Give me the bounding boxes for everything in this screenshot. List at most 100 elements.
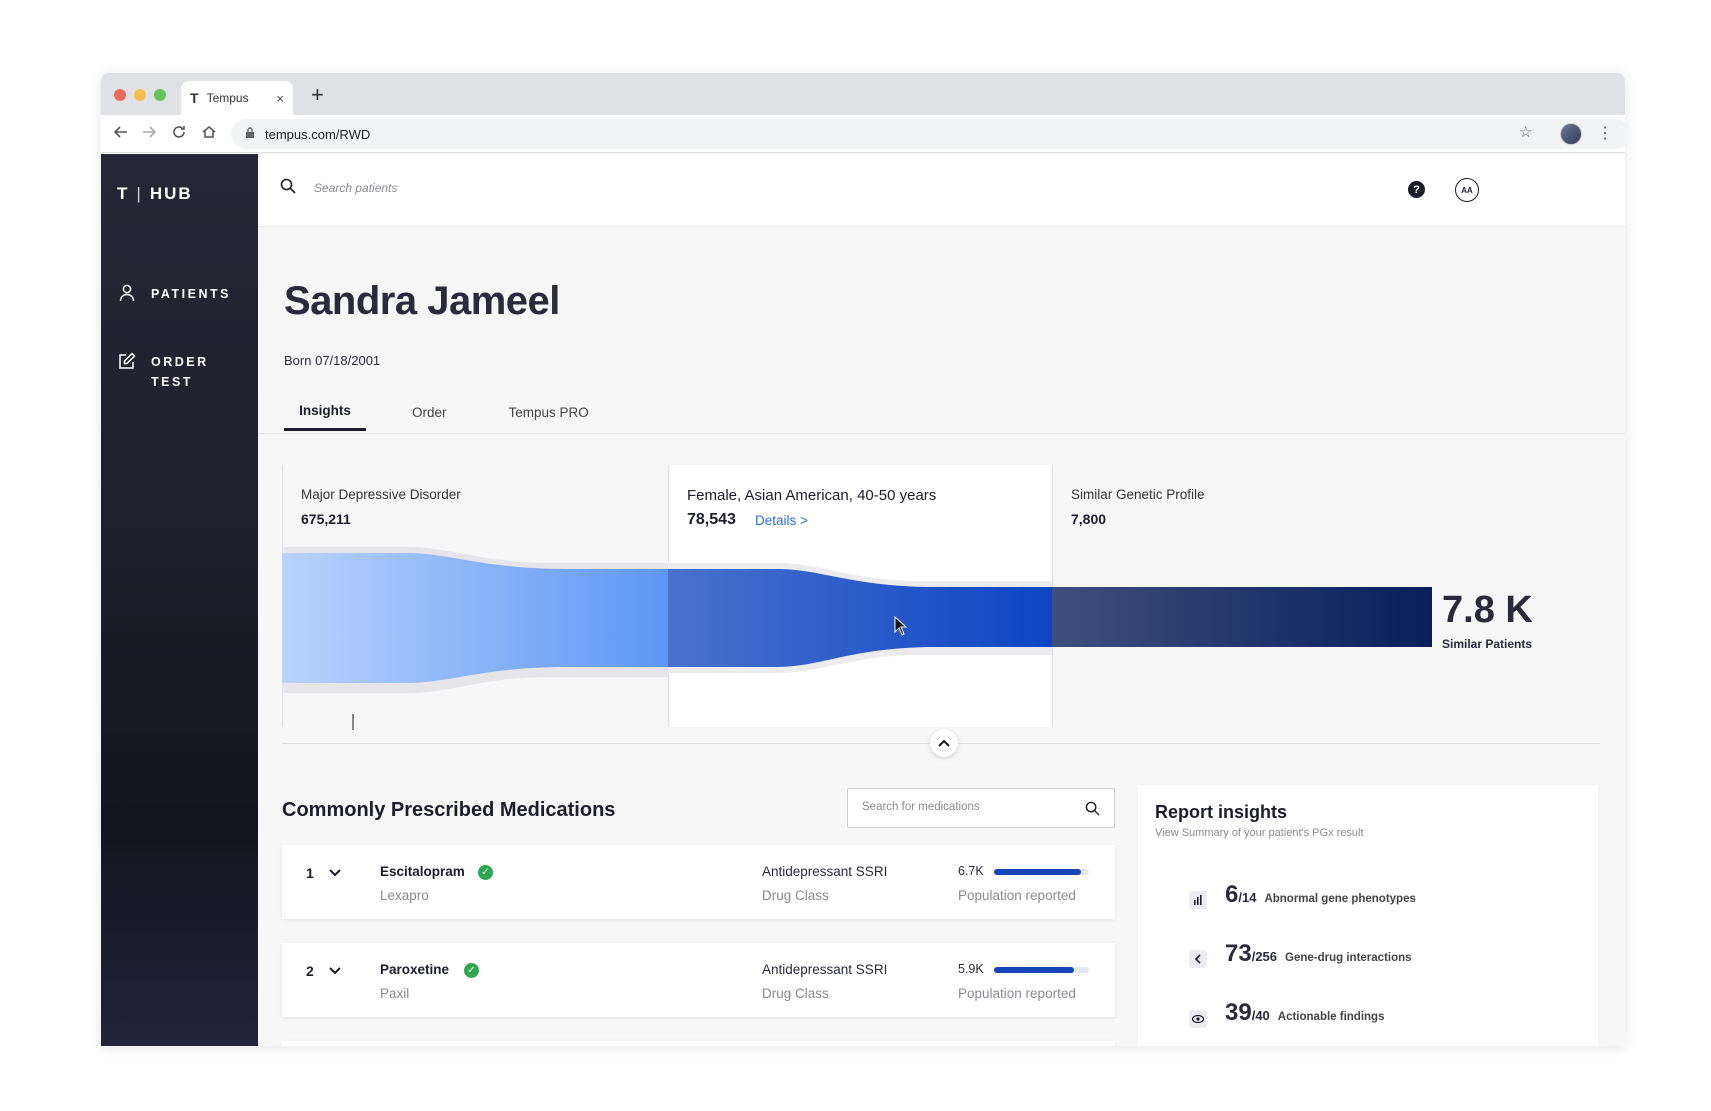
browser-profile-avatar[interactable] xyxy=(1560,123,1582,145)
chevron-down-icon[interactable] xyxy=(328,865,342,879)
logo-mark: T xyxy=(117,184,130,203)
insight-total: /40 xyxy=(1251,1008,1270,1023)
home-icon[interactable] xyxy=(201,124,217,144)
medication-row-partial[interactable] xyxy=(282,1041,1115,1046)
medications-title: Commonly Prescribed Medications xyxy=(282,799,616,821)
sidebar-item-label: TEST xyxy=(151,375,193,389)
insight-label: Gene-drug interactions xyxy=(1285,952,1412,964)
population-label: Population reported xyxy=(958,986,1076,1001)
address-bar: tempus.com/RWD ☆ ⋮ xyxy=(101,115,1625,153)
reload-icon[interactable] xyxy=(171,124,187,144)
drug-class-label: Drug Class xyxy=(762,888,829,903)
drug-class-label: Drug Class xyxy=(762,986,829,1001)
medication-rank: 1 xyxy=(306,865,314,881)
medication-row[interactable]: 2 Paroxetine ✓ Paxil Antidepressant SSRI… xyxy=(282,943,1115,1017)
help-icon[interactable]: ? xyxy=(1408,181,1425,198)
maximize-window-button[interactable] xyxy=(154,89,166,101)
medication-name: Escitalopram xyxy=(380,864,465,879)
population-value: 5.9K xyxy=(958,962,984,976)
funnel-band-stage-1 xyxy=(282,553,668,683)
insight-total: /256 xyxy=(1251,949,1278,964)
tab-tempus-pro[interactable]: Tempus PRO xyxy=(509,393,589,431)
population-bar-fill xyxy=(994,869,1082,875)
logo-separator: | xyxy=(136,184,143,203)
insight-row[interactable]: 6 /14 Abnormal gene phenotypes xyxy=(1189,881,1416,909)
tabs-divider xyxy=(258,433,1625,434)
search-patients-input[interactable]: Search patients xyxy=(314,181,397,195)
browser-menu-icon[interactable]: ⋮ xyxy=(1597,123,1613,143)
insight-count: 73 xyxy=(1225,940,1252,967)
patient-birthdate: Born 07/18/2001 xyxy=(284,353,380,368)
back-arrow-icon[interactable] xyxy=(113,124,129,144)
edit-icon xyxy=(117,352,137,376)
chevron-up-icon xyxy=(938,739,950,747)
minimize-window-button[interactable] xyxy=(134,89,146,101)
insight-total: /14 xyxy=(1238,890,1257,905)
app-topbar: Search patients ? AA xyxy=(258,154,1625,227)
verified-check-icon: ✓ xyxy=(478,865,493,880)
bookmark-star-icon[interactable]: ☆ xyxy=(1519,123,1532,141)
insight-label: Actionable findings xyxy=(1277,1011,1385,1023)
new-tab-button[interactable]: + xyxy=(311,82,324,108)
medication-search-placeholder: Search for medications xyxy=(862,801,980,813)
born-date: 07/18/2001 xyxy=(315,353,381,368)
tempus-hub-logo[interactable]: T | HUB xyxy=(117,184,193,204)
verified-check-icon: ✓ xyxy=(464,963,479,978)
browser-window: T Tempus × + tempus.com/RWD ☆ ⋮ T | HUB … xyxy=(101,73,1625,1046)
browser-tab-title: Tempus xyxy=(206,91,249,105)
interaction-icon xyxy=(1189,950,1207,968)
medication-class: Antidepressant SSRI xyxy=(762,962,888,977)
population-bar-fill xyxy=(994,967,1074,973)
medication-name: Paroxetine xyxy=(380,962,450,977)
close-window-button[interactable] xyxy=(114,89,126,101)
collapse-funnel-button[interactable] xyxy=(930,729,958,757)
similar-patients-count: 7.8 K xyxy=(1442,589,1533,631)
insight-label: Abnormal gene phenotypes xyxy=(1264,893,1416,905)
eye-icon xyxy=(1189,1010,1207,1028)
chevron-down-icon[interactable] xyxy=(328,963,342,977)
medication-brand: Paxil xyxy=(380,986,410,1001)
main-content: Sandra Jameel Born 07/18/2001 Insights O… xyxy=(258,227,1625,1046)
population-bar xyxy=(994,967,1089,973)
insight-row[interactable]: 39 /40 Actionable findings xyxy=(1189,999,1385,1028)
insight-count: 39 xyxy=(1225,999,1252,1026)
user-avatar[interactable]: AA xyxy=(1455,178,1479,202)
medication-search-input[interactable]: Search for medications xyxy=(847,788,1115,828)
born-label: Born xyxy=(284,353,312,368)
report-insights-title: Report insights xyxy=(1155,802,1288,822)
sidebar-item-label: PATIENTS xyxy=(151,287,231,301)
logo-text: HUB xyxy=(149,184,193,203)
tab-insights[interactable]: Insights xyxy=(284,393,366,431)
population-value: 6.7K xyxy=(958,864,984,878)
population-bar xyxy=(994,869,1089,875)
user-icon xyxy=(117,284,137,308)
population-label: Population reported xyxy=(958,888,1076,903)
url-text: tempus.com/RWD xyxy=(265,126,371,142)
close-tab-icon[interactable]: × xyxy=(276,91,284,106)
sidebar-item-label: ORDER xyxy=(151,355,209,369)
report-insights-card: Report insights View Summary of your pat… xyxy=(1138,785,1598,1046)
medication-class: Antidepressant SSRI xyxy=(762,864,888,879)
bar-chart-icon xyxy=(1189,891,1207,909)
browser-tab[interactable]: T Tempus × xyxy=(181,81,293,115)
funnel-band-stage-3 xyxy=(1052,587,1432,647)
mouse-cursor-icon xyxy=(894,616,908,636)
medication-row[interactable]: 1 Escitalopram ✓ Lexapro Antidepressant … xyxy=(282,845,1115,919)
sidebar-resize-handle[interactable] xyxy=(352,714,354,730)
sidebar-item-patients[interactable]: PATIENTS xyxy=(117,284,231,308)
medication-brand: Lexapro xyxy=(380,888,429,903)
tab-order[interactable]: Order xyxy=(412,393,447,431)
funnel-graphic xyxy=(282,547,1432,693)
url-field[interactable]: tempus.com/RWD xyxy=(231,119,1625,149)
search-icon[interactable] xyxy=(1085,801,1100,816)
forward-arrow-icon[interactable] xyxy=(141,124,157,144)
browser-tabstrip: T Tempus × + xyxy=(101,73,1625,115)
cohort-funnel: Major Depressive Disorder 675,211 Female… xyxy=(282,465,1622,765)
sidebar-item-order-test[interactable]: ORDER TEST xyxy=(117,352,209,392)
search-icon[interactable] xyxy=(280,178,296,199)
medication-rank: 2 xyxy=(306,963,314,979)
lock-icon xyxy=(245,126,255,142)
tempus-favicon-icon: T xyxy=(190,90,199,106)
insight-row[interactable]: 73 /256 Gene-drug interactions xyxy=(1189,940,1412,968)
patient-name: Sandra Jameel xyxy=(284,279,560,323)
